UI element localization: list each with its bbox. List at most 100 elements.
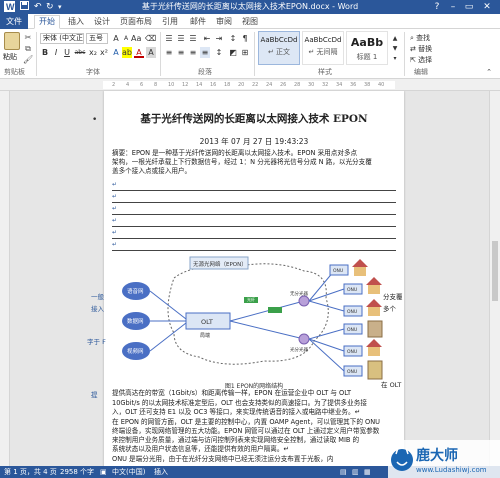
document-page[interactable]: • 基于光纤传送网的长距离以太网接入技术 EPON 2013 年 07 月 27… — [92, 91, 404, 466]
proofing-icon[interactable]: ▣ — [100, 467, 107, 477]
overflow-text-right: 分支覆 — [383, 293, 403, 301]
font-size-combo[interactable]: 五号 — [86, 33, 108, 44]
tab-design[interactable]: 设计 — [90, 16, 114, 27]
subscript-button[interactable]: x₂ — [88, 47, 98, 58]
fiber-label: 光纤 — [247, 296, 255, 302]
bullets-icon[interactable]: ☰ — [164, 33, 174, 44]
web-layout-icon[interactable]: ▦ — [364, 467, 371, 477]
ludashi-logo-svg: 鹿大师 www.Ludashiwj.com — [388, 440, 500, 478]
numbering-icon[interactable]: ☰ — [176, 33, 186, 44]
text-effects-button[interactable]: A — [111, 47, 121, 58]
ruler-tick: 12 — [182, 82, 189, 88]
read-mode-icon[interactable]: ▤ — [340, 467, 347, 477]
increase-indent-icon[interactable]: ⇥ — [214, 33, 224, 44]
house-icon — [352, 259, 368, 276]
paragraph-mark: ↵ — [112, 217, 118, 224]
align-left-button[interactable]: ≡ — [164, 47, 174, 58]
replace-button[interactable]: ⇄ 替换 — [410, 44, 432, 54]
change-case-icon[interactable]: Aa — [131, 33, 141, 44]
tab-mailings[interactable]: 邮件 — [186, 16, 210, 27]
onu-node-2: ONU — [343, 283, 363, 295]
style-no-spacing[interactable]: AaBbCcDd ↵ 无间隔 — [302, 31, 344, 65]
font-name-combo[interactable]: 宋体 (中文正) — [40, 33, 84, 44]
group-label-font: 字体 — [86, 68, 100, 76]
justify-button[interactable]: ≡ — [200, 47, 210, 58]
paste-icon[interactable] — [4, 32, 20, 50]
horizontal-ruler[interactable]: 2 4 6 8 10 12 14 16 18 20 22 24 26 28 30 32 34 36 38 40 — [0, 79, 500, 91]
tab-view[interactable]: 视图 — [238, 16, 262, 27]
ruler-tick: 36 — [350, 82, 357, 88]
abstract-line: 盖多个接入点或接入用户。 — [112, 167, 192, 175]
multilevel-list-icon[interactable]: ☰ — [188, 33, 198, 44]
overflow-text-right: 在 OLT — [381, 381, 402, 389]
onu-node-6: ONU — [343, 365, 363, 377]
style-no-spacing-name: ↵ 无间隔 — [308, 48, 338, 56]
tab-layout[interactable]: 页面布局 — [116, 16, 156, 27]
shading-icon[interactable]: ◩ — [228, 47, 238, 58]
style-heading1[interactable]: AaBb 标题 1 — [346, 31, 388, 65]
tab-review[interactable]: 审阅 — [212, 16, 236, 27]
paste-button-label[interactable]: 粘贴 — [3, 52, 17, 62]
olt-label: OLT — [201, 318, 213, 326]
decrease-indent-icon[interactable]: ⇤ — [202, 33, 212, 44]
insert-mode[interactable]: 插入 — [154, 467, 168, 477]
watermark-name: 鹿大师 — [415, 447, 458, 464]
replace-icon: ⇄ — [410, 45, 416, 53]
show-marks-button[interactable]: ¶ — [240, 33, 250, 44]
onu-label: ONU — [347, 349, 357, 355]
paragraph-mark: ↵ — [112, 229, 118, 236]
cut-icon[interactable]: ✂ — [23, 33, 33, 43]
collapse-ribbon-icon[interactable]: ⌃ — [484, 67, 494, 78]
page-count[interactable]: 第 1 页，共 4 页 — [4, 467, 57, 477]
align-right-button[interactable]: ≡ — [188, 47, 198, 58]
vertical-scrollbar[interactable] — [489, 91, 500, 466]
grow-font-icon[interactable]: A — [111, 33, 121, 44]
highlight-button[interactable]: ab — [122, 47, 132, 58]
print-layout-icon[interactable]: ▥ — [352, 467, 359, 477]
sort-icon[interactable]: ↕ — [228, 33, 238, 44]
ruler-tick: 4 — [126, 82, 130, 88]
overflow-text-left: 一般 — [91, 293, 104, 301]
style-normal[interactable]: AaBbCcDd ↵ 正文 — [258, 31, 300, 65]
epon-diagram-svg: 无源光网络（EPON） 语音网 数据网 视频网 OLT 局端 光纤 无分光器 光… — [122, 256, 383, 380]
group-separator — [254, 32, 255, 76]
epon-network-diagram[interactable]: 无源光网络（EPON） 语音网 数据网 视频网 OLT 局端 光纤 无分光器 光… — [104, 253, 404, 385]
ruler-tick: 32 — [322, 82, 329, 88]
find-button[interactable]: ⌕ 查找 — [410, 33, 430, 43]
vertical-ruler[interactable] — [0, 91, 10, 466]
tab-references[interactable]: 引用 — [158, 16, 182, 27]
overflow-text-left: 接入 — [91, 305, 104, 313]
branch-4 — [308, 328, 345, 340]
body-line: 系统状态以及用户状态信息等，还能提供有效的用户隔离。↵ — [112, 445, 289, 453]
line-spacing-button[interactable]: ↕ — [214, 47, 224, 58]
font-color-button[interactable]: A — [134, 47, 144, 58]
house-icon — [366, 339, 382, 356]
ludashi-watermark: 鹿大师 www.Ludashiwj.com — [388, 440, 500, 478]
copy-icon[interactable]: ⧉ — [23, 44, 33, 54]
restore-button[interactable]: ▭ — [462, 1, 476, 13]
char-shading-button[interactable]: A — [146, 47, 156, 58]
document-title: 基于光纤传送网的长距离以太网接入技术 EPON — [140, 113, 368, 125]
tab-home[interactable]: 开始 — [34, 15, 60, 29]
align-center-button[interactable]: ≡ — [176, 47, 186, 58]
styles-more-icon[interactable]: ▾ — [390, 53, 400, 64]
word-count[interactable]: 2958 个字 — [60, 467, 94, 477]
tab-insert[interactable]: 插入 — [64, 16, 88, 27]
select-button[interactable]: ⇱ 选择 — [410, 55, 432, 65]
language[interactable]: 中文(中国) — [112, 467, 145, 477]
help-button[interactable]: ? — [430, 1, 444, 13]
shrink-font-icon[interactable]: A — [121, 33, 131, 44]
minimize-button[interactable]: – — [446, 1, 460, 13]
tab-file[interactable]: 文件 — [0, 14, 28, 29]
underline-button[interactable]: U — [62, 47, 72, 58]
fiber-top — [229, 300, 305, 322]
scrollbar-thumb[interactable] — [492, 241, 498, 301]
strikethrough-button[interactable]: abc — [73, 47, 87, 58]
format-painter-icon[interactable]: 🖌 — [23, 55, 33, 65]
close-button[interactable]: ✕ — [480, 1, 494, 13]
bold-button[interactable]: B — [40, 47, 50, 58]
italic-button[interactable]: I — [51, 47, 61, 58]
clear-format-icon[interactable]: ⌫ — [145, 33, 156, 44]
borders-icon[interactable]: ⊞ — [240, 47, 250, 58]
superscript-button[interactable]: x² — [99, 47, 109, 58]
